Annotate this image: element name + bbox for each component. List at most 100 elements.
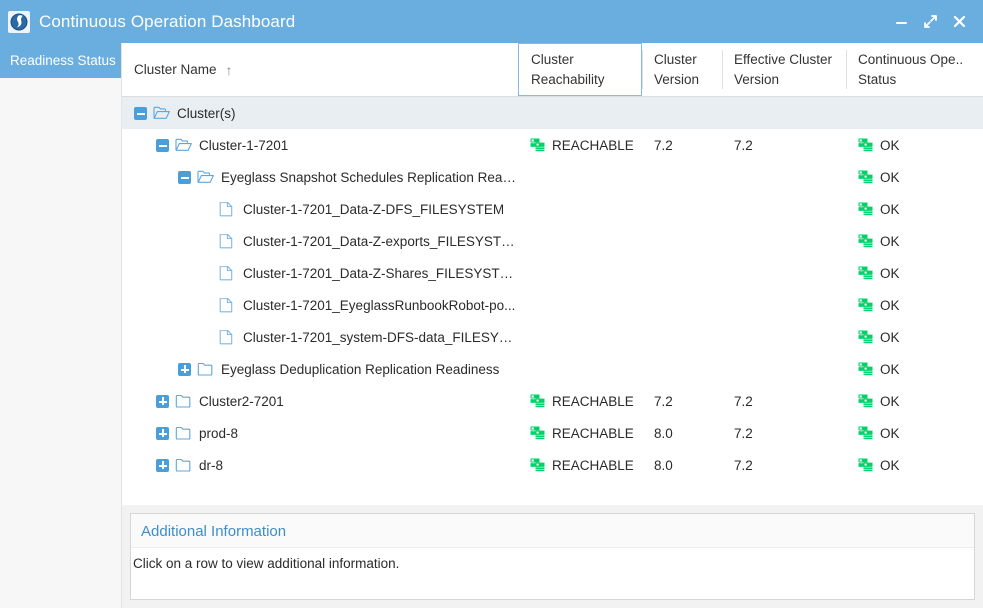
- expand-toggle-icon[interactable]: [156, 426, 169, 440]
- cell-cluster-name: dr-8: [122, 458, 518, 473]
- toggle-spacer: [200, 299, 213, 312]
- app-swirl-logo-icon: [8, 10, 30, 33]
- close-button[interactable]: [952, 14, 967, 29]
- table-row[interactable]: Cluster-1-7201_Data-Z-DFS_FILESYSTEM OK: [122, 193, 983, 225]
- table-row[interactable]: Cluster2-7201 REACHABLE 7.2 7.2 OK: [122, 385, 983, 417]
- server-stack-green-icon: [530, 426, 545, 440]
- document-icon: [219, 233, 236, 249]
- row-label: Cluster(s): [177, 105, 236, 121]
- server-stack-green-icon: [858, 170, 873, 184]
- table-row[interactable]: Cluster-1-7201_system-DFS-data_FILESYST.…: [122, 321, 983, 353]
- window-titlebar: Continuous Operation Dashboard: [0, 0, 983, 43]
- cell-continuous-operation-status: OK: [846, 362, 983, 377]
- status-badge: OK: [880, 169, 900, 185]
- tree-table-body: Cluster(s) Cluster-1-7201 REACHABLE 7.2 7.2 O…: [122, 97, 983, 481]
- cell-continuous-operation-status: OK: [846, 266, 983, 281]
- cell-continuous-operation-status: OK: [846, 330, 983, 345]
- toggle-spacer: [200, 331, 213, 344]
- minimize-button[interactable]: [894, 14, 909, 29]
- status-badge: OK: [880, 425, 900, 441]
- column-header-effective-cluster-version[interactable]: Effective Cluster Version: [722, 43, 846, 96]
- cell-cluster-reachability: REACHABLE: [518, 138, 642, 153]
- sort-ascending-icon: ↑: [225, 61, 233, 78]
- server-stack-green-icon: [858, 298, 873, 312]
- column-header-cluster-version[interactable]: Cluster Version: [642, 43, 722, 96]
- cell-cluster-reachability: REACHABLE: [518, 394, 642, 409]
- cell-cluster-version: 8.0: [654, 457, 673, 473]
- reachability-value: REACHABLE: [552, 137, 634, 153]
- cell-effective-cluster-version: 7.2: [734, 137, 753, 153]
- table-row[interactable]: Cluster-1-7201_EyeglassRunbookRobot-po..…: [122, 289, 983, 321]
- additional-information-panel: Additional Information Click on a row to…: [130, 513, 975, 600]
- status-badge: OK: [880, 265, 900, 281]
- maximize-button[interactable]: [923, 14, 938, 29]
- cell-cluster-version: 7.2: [654, 137, 673, 153]
- column-header-continuous-operation-status[interactable]: Continuous Ope.. Status: [846, 43, 983, 96]
- cell-cluster-name: Cluster-1-7201: [122, 138, 518, 153]
- toggle-spacer: [200, 235, 213, 248]
- server-stack-green-icon: [858, 458, 873, 472]
- table-row[interactable]: Cluster-1-7201_Data-Z-Shares_FILESYSTEM O…: [122, 257, 983, 289]
- cell-cluster-name: Cluster-1-7201_EyeglassRunbookRobot-po..…: [122, 298, 518, 313]
- document-icon: [219, 265, 236, 281]
- table-row[interactable]: Cluster-1-7201_Data-Z-exports_FILESYSTEM…: [122, 225, 983, 257]
- status-badge: OK: [880, 457, 900, 473]
- column-header-cluster-reachability[interactable]: Cluster Reachability: [518, 43, 642, 96]
- table-row[interactable]: prod-8 REACHABLE 8.0 7.2 OK: [122, 417, 983, 449]
- status-badge: OK: [880, 137, 900, 153]
- cell-cluster-name: Cluster(s): [122, 106, 518, 121]
- cell-cluster-name: Cluster-1-7201_Data-Z-DFS_FILESYSTEM: [122, 202, 518, 217]
- table-row[interactable]: Cluster(s): [122, 97, 983, 129]
- column-header-label: Cluster Version: [654, 51, 700, 87]
- document-icon: [219, 329, 236, 345]
- table-row[interactable]: dr-8 REACHABLE 8.0 7.2 OK: [122, 449, 983, 481]
- reachability-value: REACHABLE: [552, 393, 634, 409]
- status-badge: OK: [880, 233, 900, 249]
- folder-open-icon: [153, 106, 170, 121]
- server-stack-green-icon: [530, 458, 545, 472]
- cell-cluster-name: prod-8: [122, 426, 518, 441]
- column-header-cluster-name[interactable]: Cluster Name ↑: [122, 43, 518, 96]
- window-title: Continuous Operation Dashboard: [39, 11, 296, 31]
- column-header-label: Cluster Name: [134, 61, 217, 77]
- server-stack-green-icon: [858, 394, 873, 408]
- document-icon: [219, 201, 236, 217]
- expand-toggle-icon[interactable]: [156, 394, 169, 408]
- sidebar-item-readiness-status[interactable]: Readiness Status: [0, 43, 121, 78]
- server-stack-green-icon: [858, 138, 873, 152]
- document-icon: [219, 297, 236, 313]
- status-badge: OK: [880, 297, 900, 313]
- cell-cluster-name: Cluster2-7201: [122, 394, 518, 409]
- server-stack-green-icon: [858, 202, 873, 216]
- main-content: Cluster Name ↑ Cluster Reachability Clus…: [122, 43, 983, 608]
- status-badge: OK: [880, 361, 900, 377]
- cell-effective-cluster-version: 7.2: [734, 457, 753, 473]
- collapse-toggle-icon[interactable]: [156, 138, 169, 152]
- cell-cluster-reachability: REACHABLE: [518, 426, 642, 441]
- table-row[interactable]: Cluster-1-7201 REACHABLE 7.2 7.2 OK: [122, 129, 983, 161]
- row-label: Eyeglass Snapshot Schedules Replication …: [221, 169, 518, 185]
- cell-continuous-operation-status: OK: [846, 394, 983, 409]
- cell-cluster-name: Cluster-1-7201_Data-Z-Shares_FILESYSTEM: [122, 266, 518, 281]
- expand-toggle-icon[interactable]: [178, 362, 191, 376]
- folder-closed-icon: [175, 426, 192, 441]
- server-stack-green-icon: [530, 394, 545, 408]
- table-row[interactable]: Eyeglass Deduplication Replication Readi…: [122, 353, 983, 385]
- expand-toggle-icon[interactable]: [156, 458, 169, 472]
- row-label: Cluster-1-7201_Data-Z-Shares_FILESYSTEM: [243, 265, 518, 281]
- cell-continuous-operation-status: OK: [846, 234, 983, 249]
- server-stack-green-icon: [858, 266, 873, 280]
- collapse-toggle-icon[interactable]: [134, 106, 147, 120]
- status-badge: OK: [880, 201, 900, 217]
- server-stack-green-icon: [858, 330, 873, 344]
- folder-closed-icon: [197, 362, 214, 377]
- row-label: Eyeglass Deduplication Replication Readi…: [221, 361, 500, 377]
- additional-information-title: Additional Information: [131, 514, 974, 548]
- row-label: Cluster-1-7201: [199, 137, 289, 153]
- cell-continuous-operation-status: OK: [846, 298, 983, 313]
- table-row[interactable]: Eyeglass Snapshot Schedules Replication …: [122, 161, 983, 193]
- cell-continuous-operation-status: OK: [846, 426, 983, 441]
- cell-cluster-name: Eyeglass Snapshot Schedules Replication …: [122, 170, 518, 185]
- collapse-toggle-icon[interactable]: [178, 170, 191, 184]
- table-header-row: Cluster Name ↑ Cluster Reachability Clus…: [122, 43, 983, 97]
